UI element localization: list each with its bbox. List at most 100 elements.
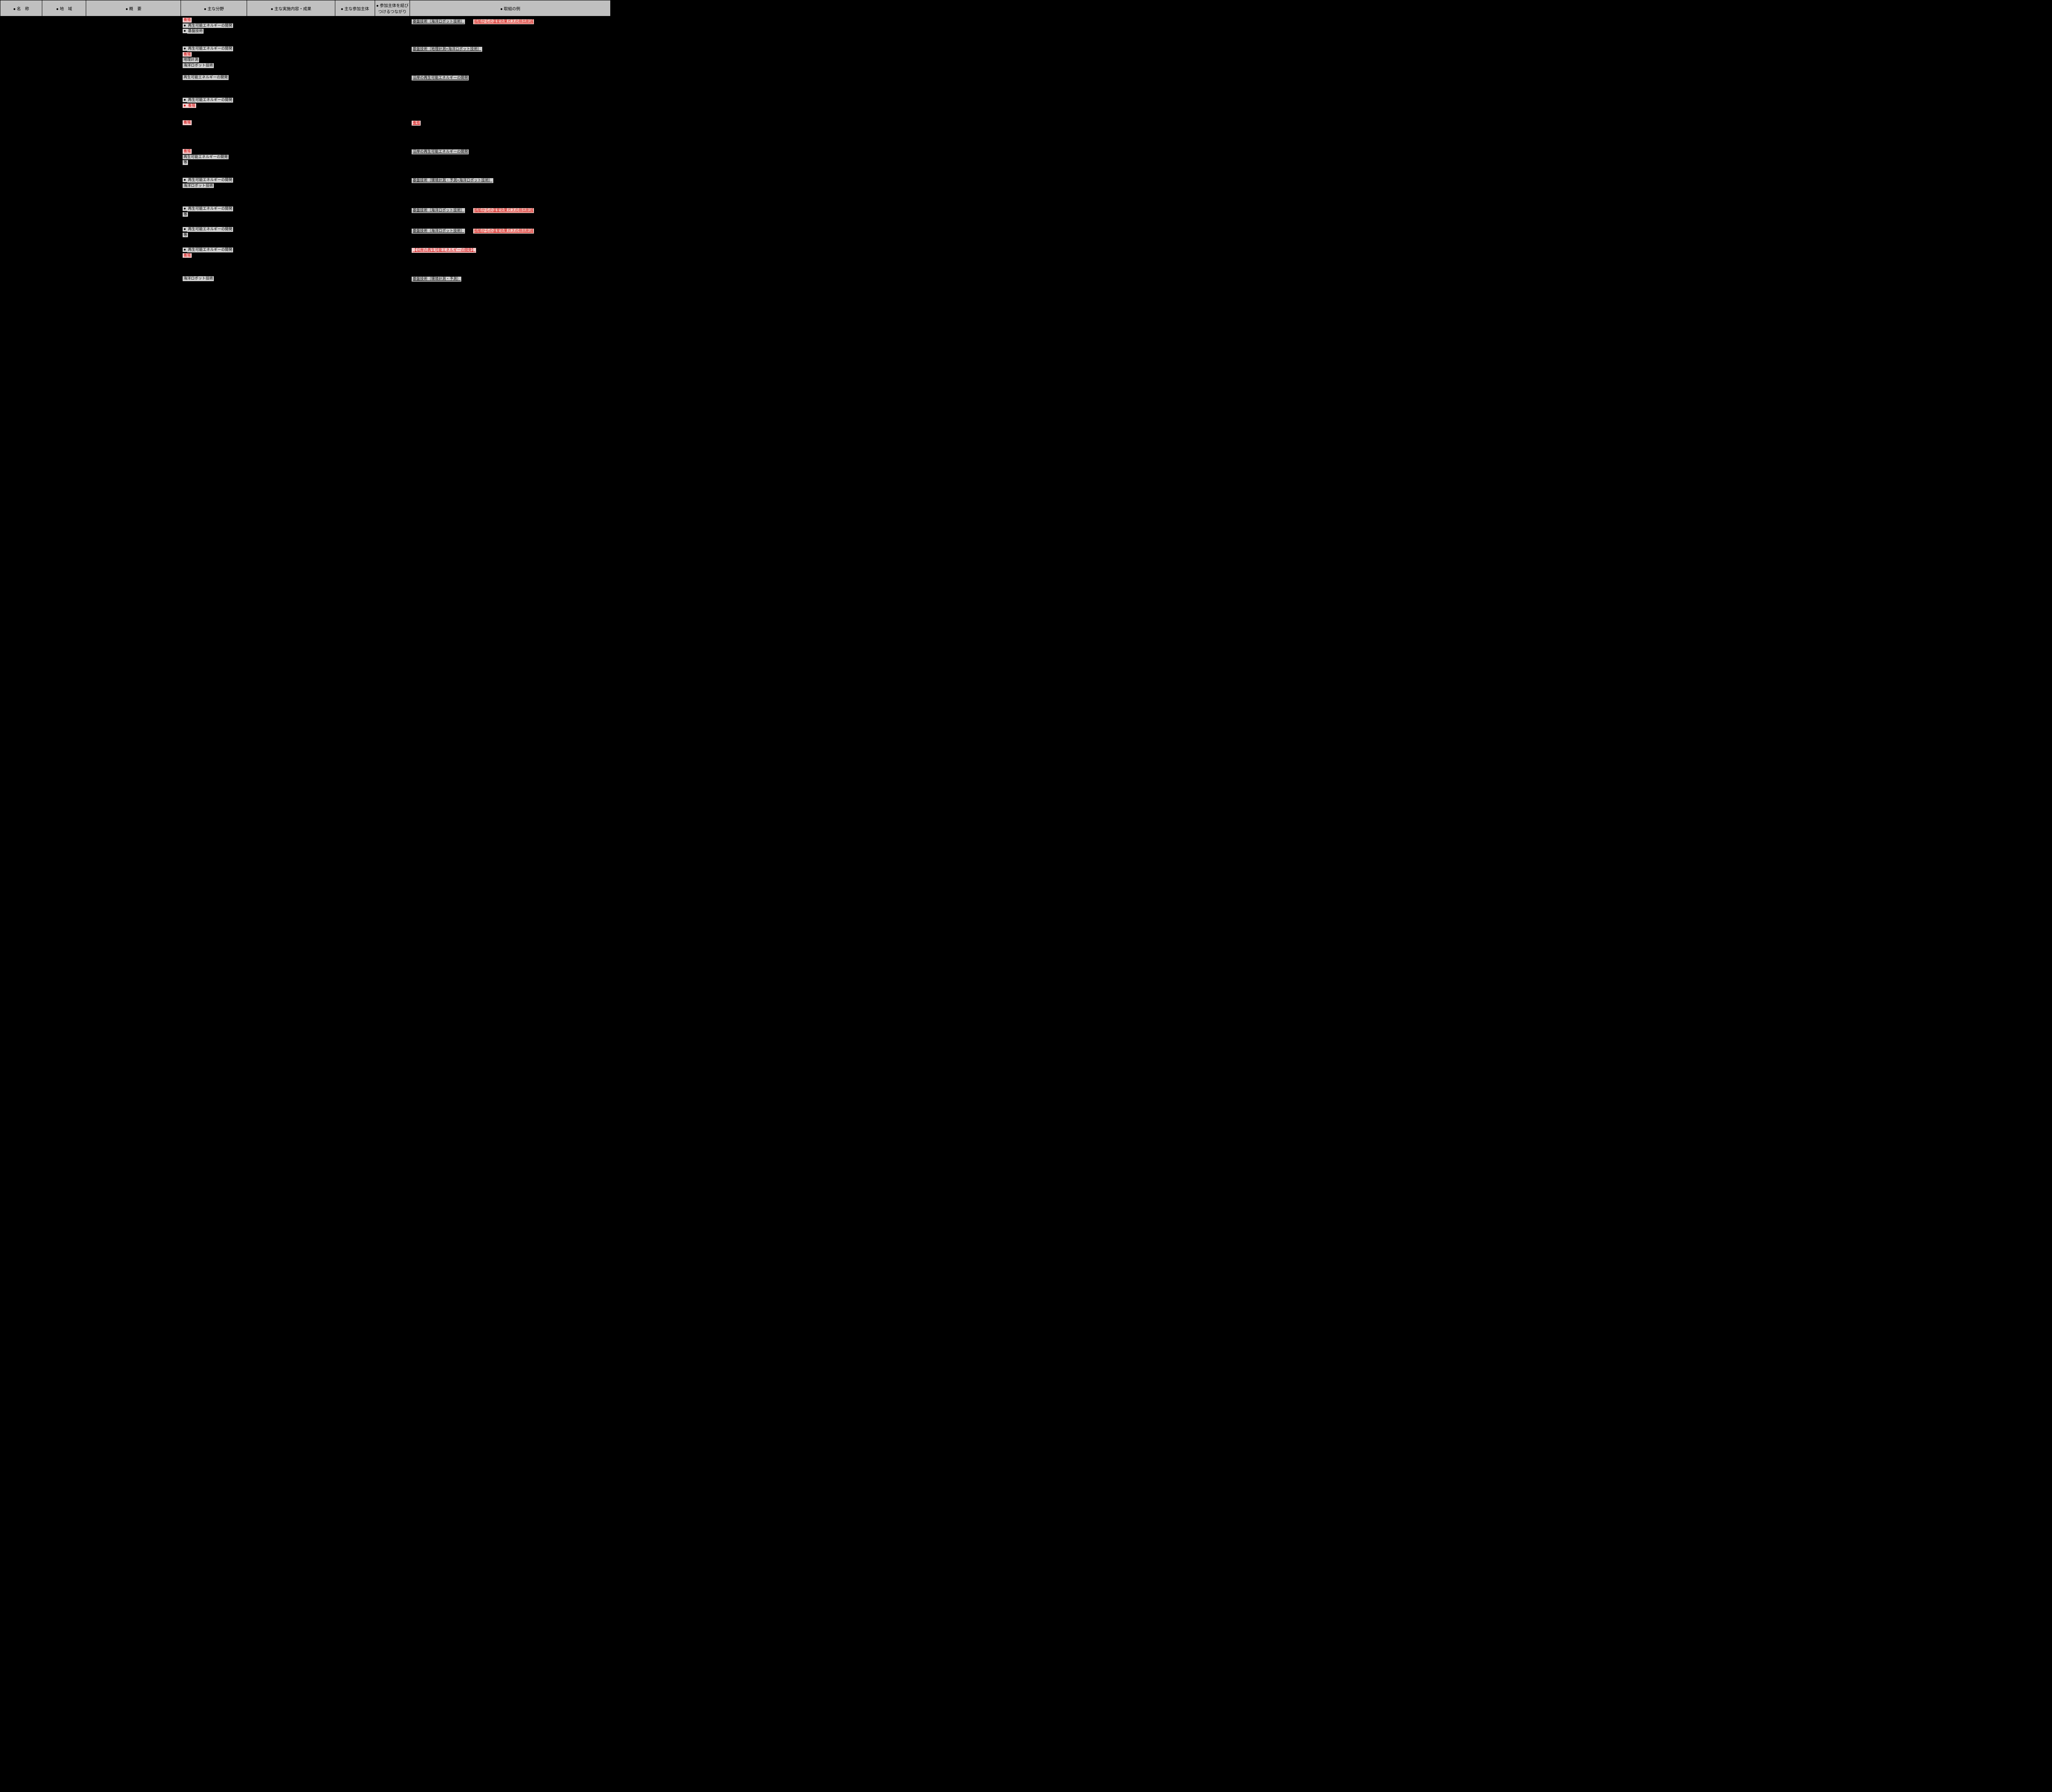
blank-cell xyxy=(247,275,335,308)
field-tag: 再生可能エネルギーの開発 xyxy=(187,178,233,183)
blank-cell xyxy=(375,96,410,119)
table-row: ● 再生可能エネルギーの開発養殖地理計測海洋ロボット技術基盤技術（地理計測×海洋… xyxy=(0,45,611,74)
field-tag: 再生可能エネルギーの開発 xyxy=(187,46,233,51)
blank-cell xyxy=(86,74,181,96)
example-tag: 船舶からの温室効果ガスの排出削減 xyxy=(473,19,534,24)
blank-cell xyxy=(247,226,335,246)
blank-cell xyxy=(86,176,181,205)
blank-cell xyxy=(335,45,375,74)
example-tag: 基盤技術（環境計測・予測） xyxy=(412,277,461,282)
blank-cell xyxy=(335,275,375,308)
blank-cell xyxy=(247,16,335,45)
table-row: 養殖再生可能エネルギーの開発等 沿岸の再生可能エネルギーの開発 xyxy=(0,148,611,176)
blank-cell xyxy=(42,148,86,176)
field-tag: 再生可能エネルギーの開発 xyxy=(187,98,233,103)
blank-cell xyxy=(335,205,375,226)
cell-field: 養殖 xyxy=(181,119,247,148)
blank-cell xyxy=(42,45,86,74)
blank-cell xyxy=(247,176,335,205)
blank-cell xyxy=(335,148,375,176)
cell-field: ● 再生可能エネルギーの開発● 養殖 xyxy=(181,96,247,119)
blank-cell xyxy=(375,119,410,148)
field-tag: 海洋ロボット技術 xyxy=(183,276,214,281)
field-tag: 養殖 xyxy=(183,120,192,125)
blank-cell xyxy=(0,96,42,119)
cell-field: 海洋ロボット技術 xyxy=(181,275,247,308)
blank-cell xyxy=(42,246,86,275)
th-example: 取組の例 xyxy=(410,0,611,16)
blank-cell xyxy=(86,275,181,308)
blank-cell xyxy=(247,246,335,275)
example-tag: 【沿岸の再生可能エネルギーの開発】 xyxy=(412,248,476,253)
blank-cell xyxy=(247,96,335,119)
example-tag: 基盤技術（海洋ロボット技術） xyxy=(412,19,465,24)
blank-cell xyxy=(86,148,181,176)
blank-cell xyxy=(86,205,181,226)
cell-field: ● 再生可能エネルギーの開発養殖地理計測海洋ロボット技術 xyxy=(181,45,247,74)
field-tag: 養殖 xyxy=(183,149,192,154)
example-tag: 基盤技術（環境計測・予測×海洋ロボット技術） xyxy=(412,178,493,183)
blank-cell xyxy=(335,226,375,246)
table-row: ● 再生可能エネルギーの開発養殖【沿岸の再生可能エネルギーの開発】 xyxy=(0,246,611,275)
blank-cell xyxy=(375,74,410,96)
field-tag: 養殖 xyxy=(183,52,192,57)
cell-field: 養殖● 再生可能エネルギーの開発● 基盤技術 xyxy=(181,16,247,45)
cell-example: 基盤技術（環境計測・予測） xyxy=(410,275,611,308)
field-tag: 再生可能エネルギーの開発 xyxy=(183,155,229,160)
cell-field: 養殖再生可能エネルギーの開発等 xyxy=(181,148,247,176)
th-field: 主な分野 xyxy=(181,0,247,16)
table-row: ● 再生可能エネルギーの開発等 基盤技術（海洋ロボット技術） 船舶からの温室効果ガ… xyxy=(0,226,611,246)
header-row: 名 称 地 域 概 要 主な分野 主な実施内容・成果 主な参加主体 参加主体を結… xyxy=(0,0,611,16)
field-tag: 地理計測 xyxy=(183,57,199,62)
blank-cell xyxy=(42,275,86,308)
cell-example: 基盤技術（海洋ロボット技術） 船舶からの温室効果ガスの排出削減 xyxy=(410,205,611,226)
field-tag: 養殖 xyxy=(183,253,192,258)
cluster-table: 名 称 地 域 概 要 主な分野 主な実施内容・成果 主な参加主体 参加主体を結… xyxy=(0,0,611,308)
cell-example: 基盤技術（海洋ロボット技術） 船舶からの温室効果ガスの排出削減 xyxy=(410,16,611,45)
blank-cell xyxy=(375,205,410,226)
blank-cell xyxy=(86,226,181,246)
blank-cell xyxy=(375,148,410,176)
field-tag: 等 xyxy=(183,212,188,217)
cell-field: ● 再生可能エネルギーの開発等 xyxy=(181,226,247,246)
table-row: ● 再生可能エネルギーの開発● 養殖 xyxy=(0,96,611,119)
field-tag: 養殖 xyxy=(187,103,196,108)
table-row: ● 再生可能エネルギーの開発海洋ロボット技術 基盤技術（環境計測・予測×海洋ロボッ… xyxy=(0,176,611,205)
blank-cell xyxy=(42,119,86,148)
blank-cell xyxy=(86,96,181,119)
blank-cell xyxy=(335,119,375,148)
blank-cell xyxy=(0,226,42,246)
field-tag: 再生可能エネルギーの開発 xyxy=(187,206,233,211)
blank-cell xyxy=(335,246,375,275)
blank-cell xyxy=(375,246,410,275)
blank-cell xyxy=(0,275,42,308)
cell-field: 再生可能エネルギーの開発 xyxy=(181,74,247,96)
blank-cell xyxy=(0,176,42,205)
field-tag: 再生可能エネルギーの開発 xyxy=(187,23,233,28)
blank-cell xyxy=(42,205,86,226)
cell-example xyxy=(410,96,611,119)
field-tag: 養殖 xyxy=(183,18,192,23)
blank-cell xyxy=(375,275,410,308)
blank-cell xyxy=(247,119,335,148)
blank-cell xyxy=(0,119,42,148)
blank-cell xyxy=(335,16,375,45)
cell-example: 沿岸の再生可能エネルギーの開発 xyxy=(410,148,611,176)
blank-cell xyxy=(0,148,42,176)
cell-example: 基盤技術（海洋ロボット技術） 船舶からの温室効果ガスの排出削減 xyxy=(410,226,611,246)
field-tag: 等 xyxy=(183,160,188,165)
blank-cell xyxy=(0,16,42,45)
example-tag: 沿岸の再生可能エネルギーの開発 xyxy=(412,76,469,80)
blank-cell xyxy=(375,176,410,205)
field-tag: 再生可能エネルギーの開発 xyxy=(187,227,233,232)
blank-cell xyxy=(86,45,181,74)
table-row: 養殖● 再生可能エネルギーの開発● 基盤技術 基盤技術（海洋ロボット技術） 船舶か… xyxy=(0,16,611,45)
blank-cell xyxy=(42,96,86,119)
blank-cell xyxy=(375,16,410,45)
blank-cell xyxy=(42,176,86,205)
blank-cell xyxy=(247,205,335,226)
cell-field: ● 再生可能エネルギーの開発海洋ロボット技術 xyxy=(181,176,247,205)
blank-cell xyxy=(0,205,42,226)
example-tag: 船舶からの温室効果ガスの排出削減 xyxy=(473,229,534,234)
field-tag: 基盤技術 xyxy=(187,29,204,34)
